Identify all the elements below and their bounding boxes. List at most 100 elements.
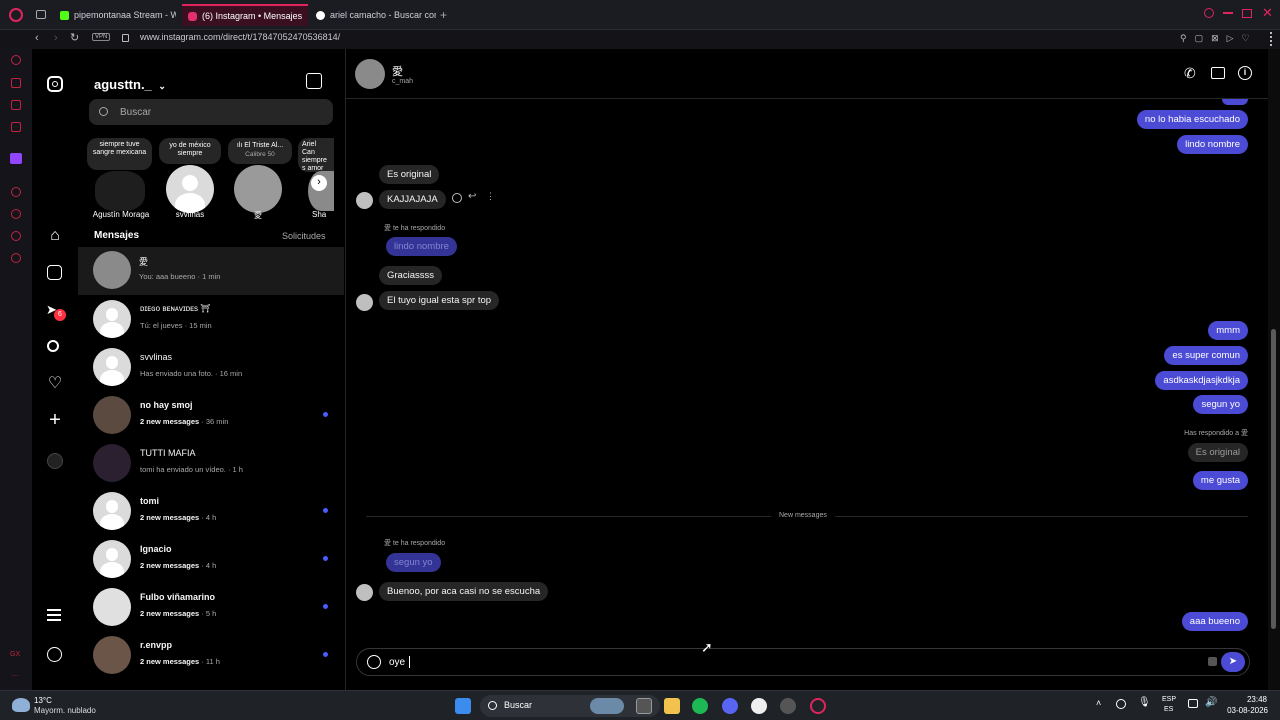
task-view-icon[interactable] [636, 698, 652, 714]
chat-title[interactable]: 愛 [392, 63, 403, 79]
back-icon[interactable]: ‹ [35, 32, 39, 44]
chat-avatar[interactable] [355, 59, 385, 89]
message-bubble-in[interactable]: Graciassss [379, 266, 442, 285]
conversation-row[interactable]: tomi 2 new messages · 4 h [92, 488, 344, 534]
message-bubble-out[interactable]: segun yo [1193, 395, 1248, 414]
note-bubble[interactable]: siempre tuve sangre mexicana [87, 138, 152, 170]
url-field[interactable]: www.instagram.com/direct/t/1784705247053… [140, 32, 340, 42]
history-icon[interactable] [11, 209, 21, 219]
maximize-icon[interactable] [1242, 9, 1252, 18]
message-bubble-out[interactable]: no lo habia escuchado [1136, 110, 1248, 129]
emoji-picker-icon[interactable] [367, 655, 381, 669]
twitch-icon[interactable] [10, 153, 22, 164]
tray-app-icon[interactable] [1116, 699, 1126, 709]
message-bubble-out[interactable]: lindo nombre [1177, 135, 1248, 154]
gx-control-icon[interactable] [11, 55, 21, 65]
message-bubble-in[interactable]: El tuyo igual esta spr top [379, 291, 500, 310]
keyboard-layout[interactable]: ES [1164, 706, 1173, 713]
tab-instagram[interactable]: (6) Instagram • Mensajes [182, 4, 308, 26]
conversation-row[interactable]: no hay smoj 2 new messages · 36 min [92, 392, 344, 438]
new-tab-icon[interactable]: + [440, 8, 447, 22]
conversation-row[interactable]: 愛 You: aaa bueeno · 1 min [78, 247, 344, 295]
tab-google[interactable]: ariel camacho - Buscar con [310, 4, 436, 26]
settings-icon[interactable] [11, 253, 21, 263]
tray-chevron-icon[interactable]: ˄ [1096, 698, 1101, 708]
clock-date[interactable]: 03-08-2026 [1218, 706, 1268, 715]
create-icon[interactable]: + [46, 410, 64, 430]
gx-corner-icon[interactable] [11, 78, 21, 88]
search-icon[interactable] [47, 340, 59, 352]
new-message-icon[interactable] [306, 73, 322, 89]
toolbar-icons[interactable]: ⚲▢⊠▷♡ [1180, 33, 1258, 44]
message-bubble-out[interactable]: mmm [1208, 321, 1248, 340]
conversation-row[interactable]: svvlinas Has enviado una foto. · 16 min [92, 344, 344, 390]
network-icon[interactable] [1188, 699, 1198, 708]
phone-call-icon[interactable]: ✆ [1184, 65, 1196, 82]
clock-time[interactable]: 23:48 [1223, 695, 1267, 704]
note-avatar[interactable] [95, 171, 145, 211]
weather-temp[interactable]: 13°C [34, 696, 52, 705]
conversation-row[interactable]: Ignacio 2 new messages · 4 h [92, 536, 344, 582]
weather-cloud-icon[interactable] [12, 698, 30, 712]
discord-icon[interactable] [722, 698, 738, 714]
gx-extension-icon[interactable] [11, 122, 21, 132]
spotify-icon[interactable] [692, 698, 708, 714]
notes-next-icon[interactable]: › [311, 175, 327, 191]
instagram-logo-icon[interactable] [47, 76, 63, 92]
note-music-bubble[interactable]: ılı El Triste Al... Calibre 50 [228, 138, 292, 164]
gx-logo-icon[interactable]: GX [10, 651, 20, 658]
forward-icon[interactable]: › [54, 32, 58, 44]
windows-start-icon[interactable] [455, 698, 471, 714]
message-bubble-in[interactable]: KAJJAJAJA [379, 190, 446, 209]
lock-icon[interactable] [122, 34, 129, 42]
conversation-info-icon[interactable]: i [1238, 66, 1252, 80]
message-bubble-in[interactable]: Es original [379, 165, 440, 184]
conversation-row[interactable]: r.envpp 2 new messages · 11 h [92, 632, 344, 678]
reload-icon[interactable]: ↻ [70, 31, 79, 44]
close-window-icon[interactable]: ✕ [1262, 5, 1273, 21]
home-icon[interactable]: ⌂ [46, 227, 64, 245]
language-code[interactable]: ESP [1162, 696, 1176, 703]
message-bubble-in[interactable]: Buenoo, por aca casi no se escucha [379, 582, 549, 601]
tab-kick[interactable]: pipemontanaa Stream - Wa [54, 4, 176, 26]
weather-desc[interactable]: Mayorm. nublado [34, 706, 96, 715]
quoted-message[interactable]: Es original [1187, 443, 1248, 462]
message-bubble-out[interactable]: asdkaskdjasjkdkja [1155, 371, 1248, 390]
threads-icon[interactable] [47, 647, 62, 662]
account-switcher[interactable]: agusttn._ ⌄ [94, 77, 166, 92]
video-call-icon[interactable] [1211, 67, 1225, 79]
message-bubble-out[interactable]: aaa bueeno [1181, 612, 1248, 631]
conversation-row[interactable]: ᴅɪᴇɢᴏ ʙᴇɴᴀᴠɪᴅᴇs ⛩ Tú: el jueves · 15 min [92, 296, 344, 342]
minimize-icon[interactable] [1223, 12, 1233, 14]
conversation-row[interactable]: Fulbo viñamarino 2 new messages · 5 h [92, 584, 344, 630]
quoted-message[interactable]: lindo nombre [386, 237, 457, 256]
profile-avatar[interactable] [47, 453, 63, 469]
conversation-row[interactable]: TUTTI MAFIA tomi ha enviado un vídeo. · … [92, 440, 344, 486]
search-input[interactable]: Buscar [89, 99, 333, 125]
react-emoji-icon[interactable] [452, 193, 462, 203]
opera-gx-logo-icon[interactable] [9, 8, 23, 22]
more-icon[interactable]: ··· [11, 671, 19, 680]
message-composer[interactable]: oye ➤ [356, 648, 1250, 676]
player-icon[interactable] [11, 187, 21, 197]
chat-scrollbar[interactable] [1268, 49, 1280, 690]
reply-icon[interactable]: ↩ [468, 191, 476, 202]
extensions-icon[interactable] [11, 231, 21, 241]
steam-icon[interactable] [751, 698, 767, 714]
file-explorer-icon[interactable] [664, 698, 680, 714]
message-input[interactable]: oye [389, 657, 405, 668]
attachment-icon[interactable] [1208, 657, 1217, 666]
note-avatar[interactable] [166, 165, 214, 213]
more-menu-icon[interactable] [47, 609, 61, 621]
note-bubble[interactable]: yo de méxico siempre [159, 138, 221, 164]
opera-gx-taskbar-icon[interactable] [810, 698, 826, 714]
note-bubble[interactable]: Ariel Can siempre s amor pla [298, 138, 334, 172]
menu-icon[interactable] [1270, 32, 1273, 46]
more-options-icon[interactable]: ⋮ [486, 191, 495, 202]
message-bubble-out[interactable]: me gusta [1192, 471, 1248, 490]
search-tabs-icon[interactable] [1204, 8, 1214, 18]
send-button[interactable]: ➤ [1221, 652, 1245, 672]
quoted-message[interactable]: segun yo [386, 553, 441, 572]
notifications-heart-icon[interactable]: ♡ [46, 375, 64, 393]
tab-island-icon[interactable] [36, 10, 46, 19]
